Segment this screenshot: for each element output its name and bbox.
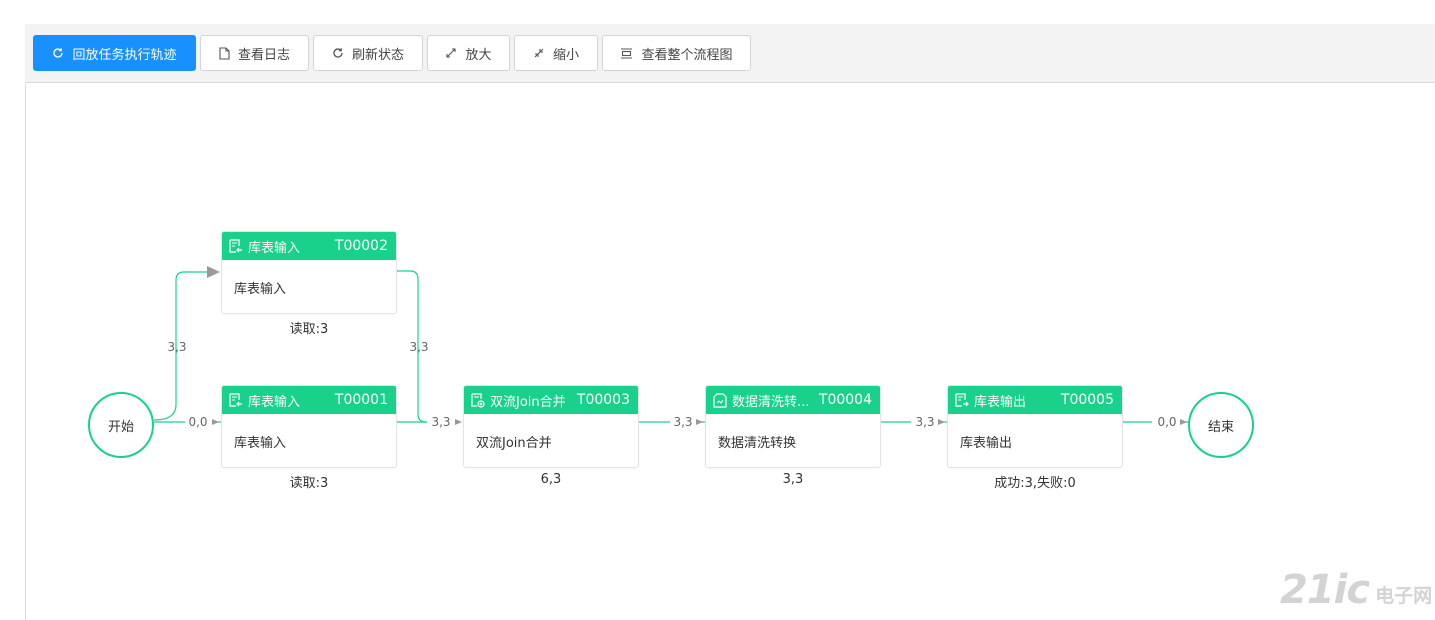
node-code: T00001 (334, 392, 388, 408)
node-code: T00002 (334, 238, 388, 254)
edge-label: 3,3 (409, 340, 428, 354)
edge-label: 3,3 (167, 340, 186, 354)
node-header: 双流Join合并 T00003 (464, 386, 638, 414)
arrow-head (455, 419, 462, 425)
edge-label: 0,0 (1157, 415, 1176, 429)
node-body: 数据清洗转换 (718, 436, 797, 451)
edge-label: 3,3 (673, 415, 692, 429)
arrow-head (696, 419, 703, 425)
node-header: 数据清洗转... T00004 (706, 386, 880, 414)
end-node[interactable]: 结束 (1188, 392, 1254, 458)
node-t00001[interactable]: 库表输入 T00001 库表输入 (221, 385, 397, 468)
start-node-label: 开始 (107, 419, 134, 435)
transform-icon (713, 392, 727, 408)
table-output-icon (955, 392, 969, 408)
node-body: 双流Join合并 (476, 436, 552, 451)
node-title: 库表输出 (974, 394, 1027, 410)
node-header: 库表输出 T00005 (948, 386, 1122, 414)
flow-edges: 3,3 0,0 3,3 3,3 3,3 3,3 0,0 (153, 266, 1189, 429)
node-stat: 读取:3 (289, 322, 329, 337)
node-stat: 读取:3 (289, 476, 329, 491)
arrow-head (1180, 419, 1187, 425)
node-title: 双流Join合并 (490, 394, 566, 410)
table-input-icon (229, 238, 243, 254)
merge-icon (471, 392, 485, 408)
start-node[interactable]: 开始 (88, 392, 154, 458)
node-t00004[interactable]: 数据清洗转... T00004 数据清洗转换 (705, 385, 881, 468)
node-body: 库表输入 (234, 282, 287, 297)
edge-label: 3,3 (915, 415, 934, 429)
arrow-head (212, 419, 219, 425)
arrow-head (938, 419, 945, 425)
node-title: 库表输入 (248, 394, 301, 410)
node-t00003[interactable]: 双流Join合并 T00003 双流Join合并 (463, 385, 639, 468)
table-input-icon (229, 392, 243, 408)
node-header: 库表输入 T00001 (222, 386, 396, 414)
node-code: T00005 (1060, 392, 1114, 408)
node-body: 库表输入 (234, 436, 287, 451)
node-body: 库表输出 (960, 436, 1013, 451)
arrow-head (207, 266, 220, 278)
node-title: 数据清洗转... (732, 394, 810, 410)
edge-label: 3,3 (431, 415, 450, 429)
node-t00005[interactable]: 库表输出 T00005 库表输出 (947, 385, 1123, 468)
node-header: 库表输入 T00002 (222, 232, 396, 260)
node-title: 库表输入 (248, 240, 301, 256)
node-t00002[interactable]: 库表输入 T00002 库表输入 (221, 231, 397, 314)
edge-label: 0,0 (188, 415, 207, 429)
node-stat: 成功:3,失败:0 (994, 476, 1076, 491)
node-stat: 6,3 (540, 472, 562, 487)
node-code: T00004 (818, 392, 872, 408)
node-stat: 3,3 (782, 472, 804, 487)
node-code: T00003 (576, 392, 630, 408)
end-node-label: 结束 (1207, 419, 1234, 435)
